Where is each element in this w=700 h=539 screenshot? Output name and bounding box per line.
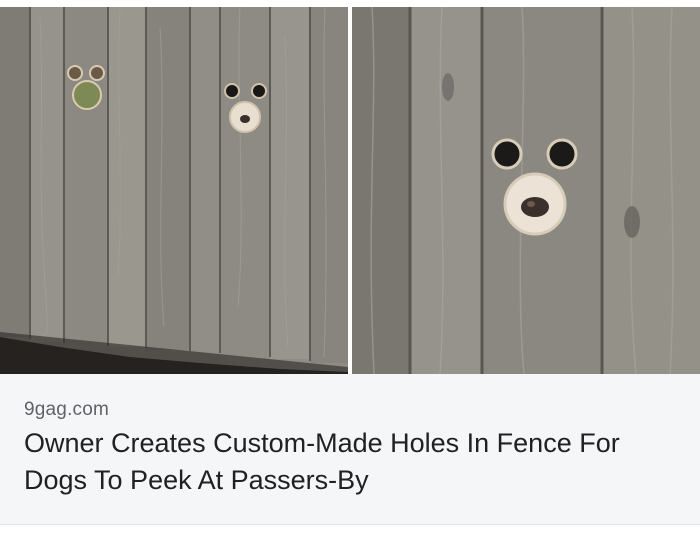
article-caption[interactable]: 9gag.com Owner Creates Custom-Made Holes… — [0, 374, 700, 524]
article-image[interactable] — [0, 7, 700, 374]
fence-photo-wide — [0, 7, 348, 374]
divider — [0, 524, 700, 525]
article-headline[interactable]: Owner Creates Custom-Made Holes In Fence… — [24, 425, 684, 499]
article-source: 9gag.com — [24, 399, 110, 420]
article-card[interactable]: 9gag.com Owner Creates Custom-Made Holes… — [0, 0, 700, 539]
fence-photo-closeup — [352, 7, 700, 374]
